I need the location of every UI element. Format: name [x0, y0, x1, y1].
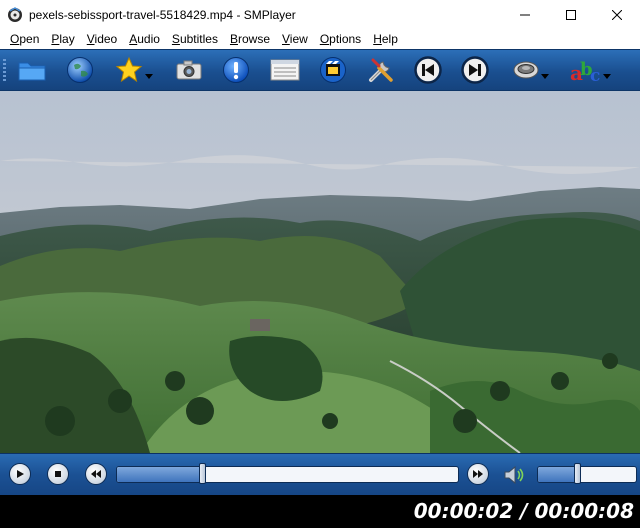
open-url-globe-icon: [67, 57, 93, 83]
control-bar: [0, 453, 640, 495]
menu-bar: Open Play Video Audio Subtitles Browse V…: [0, 29, 640, 49]
video-filters-icon: [320, 57, 346, 83]
open-file-button[interactable]: [15, 55, 49, 85]
time-display: 00:00:02 / 00:00:08: [414, 499, 634, 523]
svg-text:c: c: [590, 66, 600, 85]
menu-play[interactable]: Play: [45, 32, 80, 46]
previous-icon: [414, 56, 442, 84]
seek-slider[interactable]: [116, 466, 459, 483]
info-icon: [223, 57, 249, 83]
playlist-button[interactable]: [267, 55, 303, 85]
next-button[interactable]: [458, 55, 492, 85]
rewind-icon: [91, 470, 101, 478]
status-bar: 00:00:02 / 00:00:08: [0, 495, 640, 528]
time-separator: /: [513, 499, 535, 523]
subtitles-button[interactable]: a b c: [566, 55, 614, 85]
toolbar-grip[interactable]: [3, 59, 6, 81]
current-time: 00:00:02: [413, 499, 514, 523]
speaker-icon: [504, 465, 524, 485]
stop-icon: [55, 471, 61, 477]
forward-button[interactable]: [467, 463, 489, 485]
favorites-button[interactable]: [110, 55, 158, 85]
video-filters-button[interactable]: [316, 55, 350, 85]
subtitles-abc-icon: a b c: [570, 59, 600, 85]
menu-subtitles[interactable]: Subtitles: [166, 32, 224, 46]
menu-help[interactable]: Help: [367, 32, 404, 46]
menu-video[interactable]: Video: [81, 32, 123, 46]
volume-handle[interactable]: [574, 463, 581, 484]
seek-progress-fill: [117, 467, 203, 482]
video-frame-landscape: [0, 91, 640, 453]
window-title: pexels-sebissport-travel-5518429.mp4 - S…: [29, 7, 296, 22]
dropdown-arrow-icon: [145, 74, 153, 79]
next-icon: [461, 56, 489, 84]
maximize-icon: [566, 9, 576, 20]
audio-track-icon: [513, 61, 539, 79]
favorites-star-icon: [115, 56, 143, 83]
close-icon: [612, 9, 622, 20]
main-toolbar: a b c: [0, 49, 640, 91]
seek-handle[interactable]: [198, 463, 206, 484]
open-url-button[interactable]: [63, 55, 97, 85]
smplayer-icon: [8, 6, 22, 22]
dropdown-arrow-icon: [603, 74, 611, 79]
menu-open[interactable]: Open: [4, 32, 45, 46]
playlist-icon: [270, 59, 300, 81]
video-display[interactable]: [0, 91, 640, 453]
forward-icon: [473, 470, 483, 478]
total-time: 00:00:08: [534, 499, 635, 523]
menu-options[interactable]: Options: [314, 32, 367, 46]
info-button[interactable]: [219, 55, 253, 85]
play-button[interactable]: [9, 463, 31, 485]
dropdown-arrow-icon: [541, 74, 549, 79]
play-icon: [17, 470, 24, 478]
volume-fill: [538, 467, 578, 482]
close-button[interactable]: [594, 0, 640, 29]
minimize-icon: [520, 14, 530, 15]
preferences-tools-icon: [369, 58, 393, 82]
screenshot-camera-icon: [176, 60, 202, 80]
title-bar: pexels-sebissport-travel-5518429.mp4 - S…: [0, 0, 640, 29]
screenshot-button[interactable]: [172, 55, 206, 85]
maximize-button[interactable]: [548, 0, 594, 29]
volume-slider[interactable]: [537, 466, 637, 483]
preferences-button[interactable]: [364, 55, 398, 85]
stop-button[interactable]: [47, 463, 69, 485]
menu-view[interactable]: View: [276, 32, 314, 46]
mute-button[interactable]: [502, 464, 526, 486]
menu-audio[interactable]: Audio: [123, 32, 166, 46]
open-folder-icon: [18, 62, 46, 81]
audio-track-button[interactable]: [506, 55, 554, 85]
previous-button[interactable]: [411, 55, 445, 85]
rewind-button[interactable]: [85, 463, 107, 485]
minimize-button[interactable]: [502, 0, 548, 29]
menu-browse[interactable]: Browse: [224, 32, 276, 46]
